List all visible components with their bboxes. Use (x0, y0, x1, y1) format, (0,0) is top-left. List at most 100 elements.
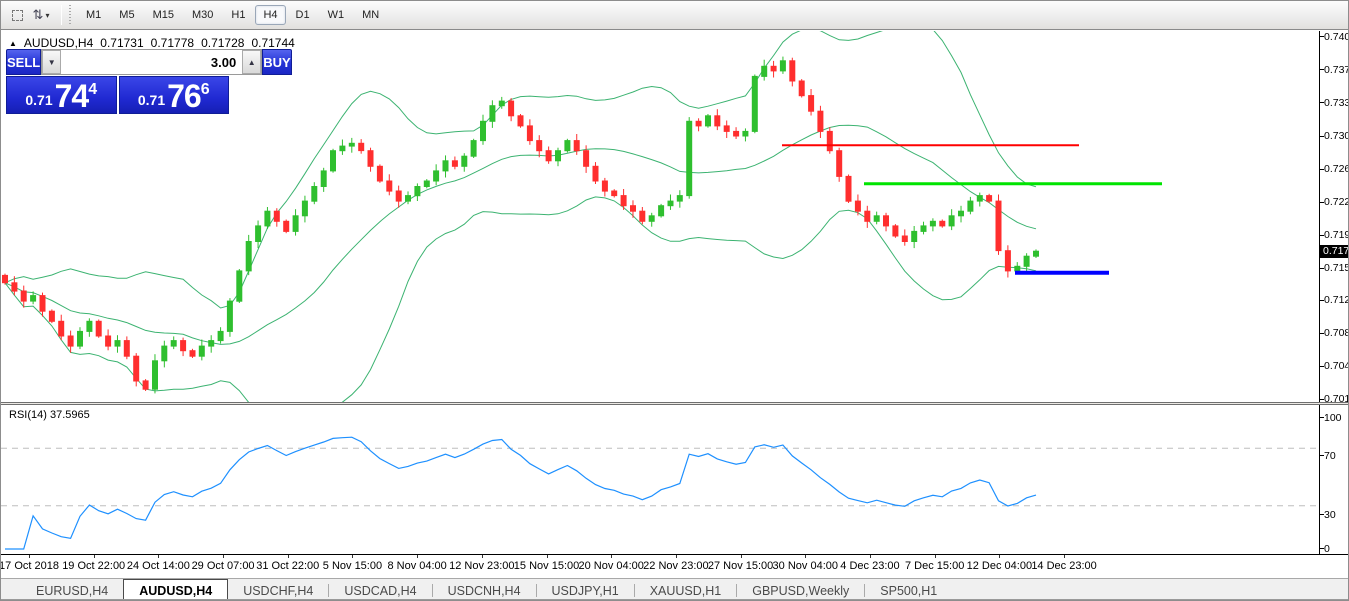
tab-usdcad-h4[interactable]: USDCAD,H4 (329, 579, 431, 601)
toolbar-drag-grip[interactable] (68, 5, 73, 25)
time-axis-tick (999, 555, 1000, 558)
time-axis-label: 20 Nov 04:00 (578, 560, 643, 572)
sell-price-prefix: 0.71 (25, 90, 52, 110)
chart-ohlc-header: ▲ AUDUSD,H4 0.71731 0.71778 0.71728 0.71… (9, 36, 295, 50)
time-axis-tick (741, 555, 742, 558)
one-click-trading-panel: SELL ▼ ▲ BUY 0.71 74 4 0.71 76 6 (6, 49, 229, 115)
price-axis-label: 0.70490 (1324, 360, 1349, 372)
buy-price-prefix: 0.71 (138, 90, 165, 110)
price-axis[interactable]: 0.740800.737200.733600.730000.726400.722… (1319, 31, 1349, 402)
dropdown-caret-icon: ▾ (45, 11, 49, 20)
tab-usdcnh-h4[interactable]: USDCNH,H4 (433, 579, 536, 601)
timeframe-m1[interactable]: M1 (78, 5, 109, 25)
buy-price-point: 6 (201, 75, 210, 105)
time-axis-tick (935, 555, 936, 558)
rsi-axis-label: 70 (1324, 450, 1336, 462)
time-axis-label: 24 Oct 14:00 (127, 560, 190, 572)
tile-windows-icon[interactable]: ⇅▾ (31, 5, 51, 25)
time-axis-tick (223, 555, 224, 558)
time-axis-tick (94, 555, 95, 558)
rsi-indicator-label: RSI(14) 37.5965 (9, 409, 90, 421)
sell-button[interactable]: SELL (6, 49, 41, 75)
toolbar-separator (61, 5, 62, 25)
time-axis-tick (611, 555, 612, 558)
toolbar: ⇅▾ M1M5M15M30H1H4D1W1MN (1, 1, 1348, 30)
tab-audusd-h4[interactable]: AUDUSD,H4 (123, 579, 228, 601)
high-value: 0.71778 (151, 36, 194, 50)
price-axis-label: 0.72640 (1324, 163, 1349, 175)
timeframe-bar: M1M5M15M30H1H4D1W1MN (77, 5, 388, 25)
buy-price-box[interactable]: 0.71 76 6 (119, 76, 230, 114)
volume-decrease-button[interactable]: ▼ (42, 50, 61, 74)
buy-price-pips: 76 (167, 82, 201, 110)
time-axis-label: 4 Dec 23:00 (840, 560, 899, 572)
time-axis-tick (870, 555, 871, 558)
tab-xauusd-h1[interactable]: XAUUSD,H1 (635, 579, 737, 601)
rsi-axis-label: 100 (1324, 412, 1342, 424)
current-price-tag: 0.71744 (1320, 245, 1349, 258)
sell-price-pips: 74 (55, 82, 89, 110)
sell-price-box[interactable]: 0.71 74 4 (6, 76, 117, 114)
time-axis-tick (158, 555, 159, 558)
buy-button[interactable]: BUY (262, 49, 291, 75)
chart-tab-bar: EURUSD,H4AUDUSD,H4USDCHF,H4USDCAD,H4USDC… (1, 578, 1349, 601)
symbol-period-label: AUDUSD,H4 (24, 36, 93, 50)
price-axis-label: 0.72280 (1324, 196, 1349, 208)
selection-box-glyph (12, 10, 23, 21)
time-axis-tick (288, 555, 289, 558)
time-axis-label: 27 Nov 15:00 (708, 560, 773, 572)
time-axis-label: 7 Dec 15:00 (905, 560, 964, 572)
timeframe-h1[interactable]: H1 (223, 5, 253, 25)
sell-price-point: 4 (88, 75, 97, 105)
time-axis-label: 8 Nov 04:00 (387, 560, 446, 572)
time-axis-label: 12 Nov 23:00 (449, 560, 514, 572)
close-value: 0.71744 (251, 36, 294, 50)
price-axis-label: 0.73360 (1324, 97, 1349, 109)
time-axis-label: 29 Oct 07:00 (192, 560, 255, 572)
time-axis-tick (417, 555, 418, 558)
time-axis-label: 22 Nov 23:00 (643, 560, 708, 572)
volume-stepper: ▼ ▲ (41, 49, 262, 75)
tab-gbpusd-weekly[interactable]: GBPUSD,Weekly (737, 579, 864, 601)
tab-sp500-h1[interactable]: SP500,H1 (865, 579, 952, 601)
time-axis-tick (482, 555, 483, 558)
trading-terminal-window: ⇅▾ M1M5M15M30H1H4D1W1MN ▲ AUDUSD,H4 0.71… (0, 0, 1349, 601)
price-axis-label: 0.73720 (1324, 64, 1349, 76)
rsi-axis[interactable]: 10070300 (1319, 405, 1349, 554)
timeframe-d1[interactable]: D1 (288, 5, 318, 25)
tab-eurusd-h4[interactable]: EURUSD,H4 (21, 579, 123, 601)
timeframe-mn[interactable]: MN (354, 5, 387, 25)
timeframe-m5[interactable]: M5 (111, 5, 142, 25)
time-axis-label: 19 Oct 22:00 (62, 560, 125, 572)
price-axis-label: 0.73000 (1324, 130, 1349, 142)
time-axis-label: 17 Oct 2018 (0, 560, 59, 572)
selection-box-icon[interactable] (7, 5, 27, 25)
time-axis-label: 31 Oct 22:00 (256, 560, 319, 572)
timeframe-m30[interactable]: M30 (184, 5, 221, 25)
timeframe-h4[interactable]: H4 (255, 5, 285, 25)
rsi-line (5, 437, 1036, 549)
time-axis-tick (547, 555, 548, 558)
rsi-chart-canvas[interactable] (1, 405, 1319, 554)
time-axis-label: 14 Dec 23:00 (1031, 560, 1096, 572)
pane-divider[interactable] (1, 402, 1349, 405)
time-axis[interactable]: 17 Oct 201819 Oct 22:0024 Oct 14:0029 Oc… (1, 554, 1349, 578)
price-axis-label: 0.71210 (1324, 294, 1349, 306)
rsi-axis-label: 30 (1324, 509, 1336, 521)
tile-windows-glyph: ⇅ (33, 7, 44, 23)
tab-usdjpy-h1[interactable]: USDJPY,H1 (537, 579, 634, 601)
time-axis-tick (1064, 555, 1065, 558)
timeframe-w1[interactable]: W1 (320, 5, 353, 25)
chart-window: ▲ AUDUSD,H4 0.71731 0.71778 0.71728 0.71… (1, 31, 1349, 578)
tabbar-underline (1, 599, 1348, 600)
price-axis-label: 0.70850 (1324, 327, 1349, 339)
price-axis-label: 0.70130 (1324, 393, 1349, 405)
volume-input[interactable] (61, 50, 242, 74)
volume-increase-button[interactable]: ▲ (242, 50, 261, 74)
collapse-arrow-icon[interactable]: ▲ (9, 39, 17, 48)
timeframe-m15[interactable]: M15 (145, 5, 182, 25)
low-value: 0.71728 (201, 36, 244, 50)
time-axis-label: 12 Dec 04:00 (967, 560, 1032, 572)
tab-usdchf-h4[interactable]: USDCHF,H4 (228, 579, 328, 601)
time-axis-tick (352, 555, 353, 558)
